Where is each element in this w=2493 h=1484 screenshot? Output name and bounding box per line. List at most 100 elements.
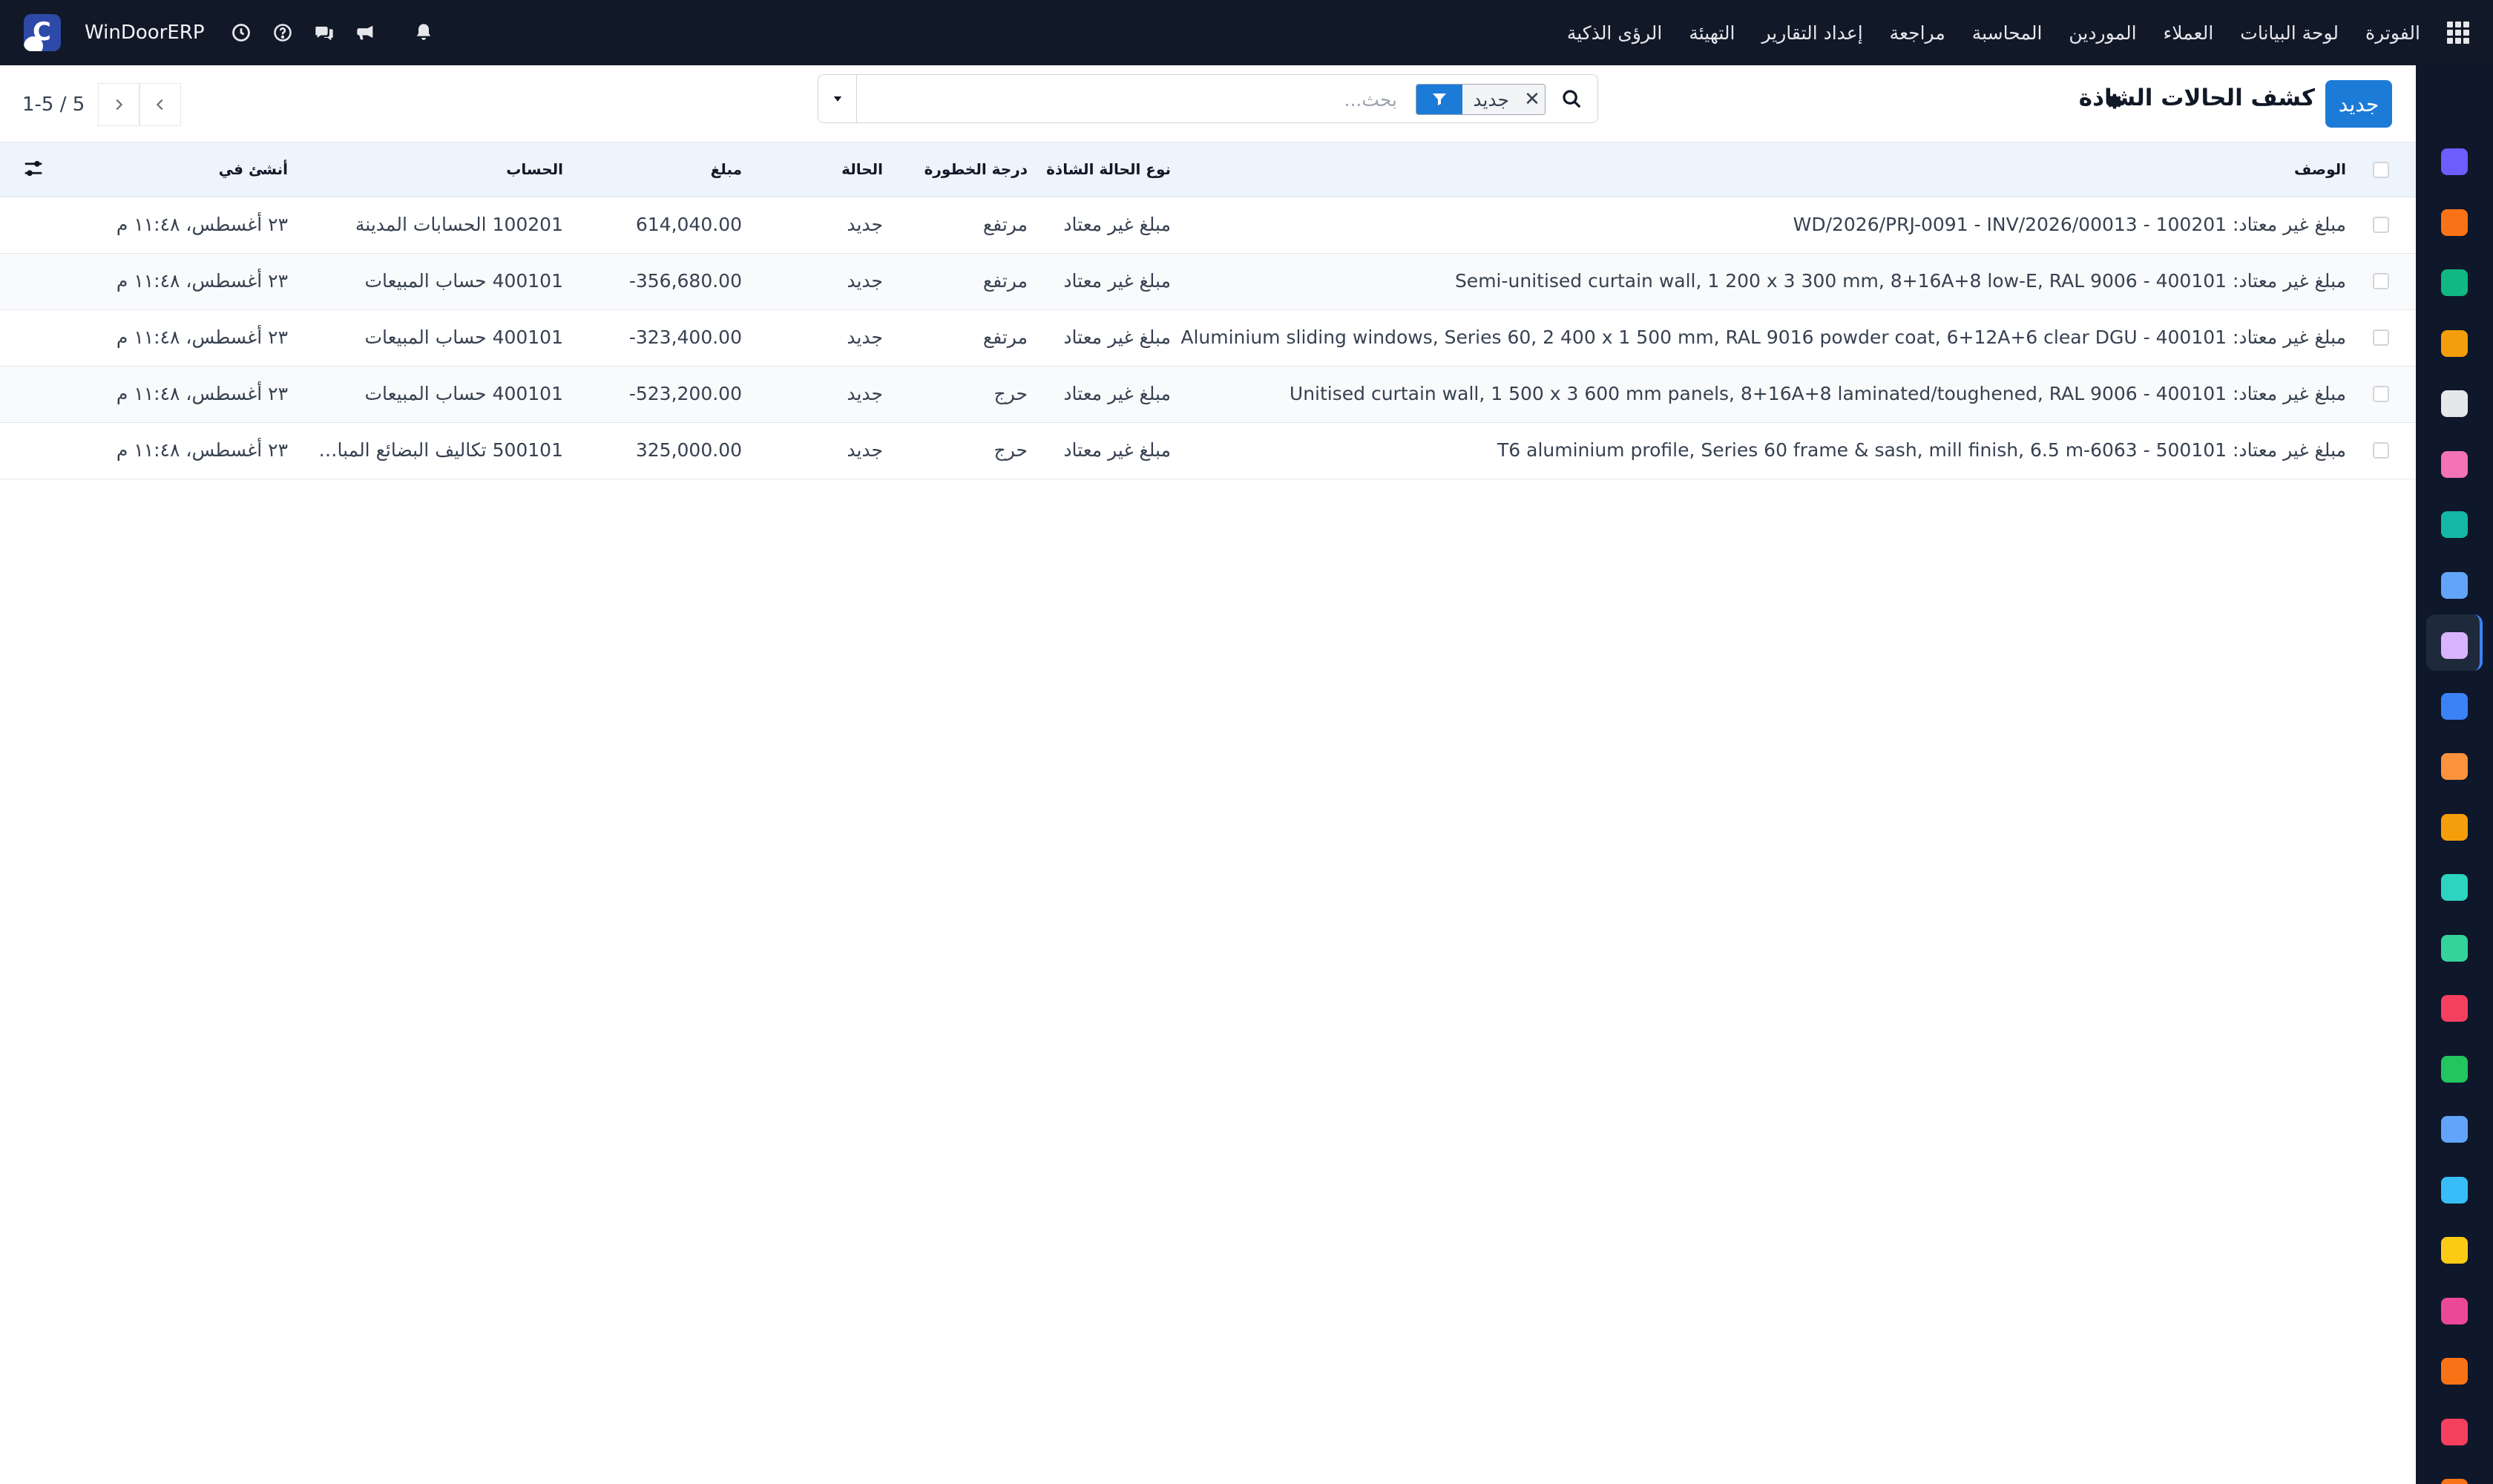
row-checkbox[interactable] [2373,217,2389,233]
pager: 1-5 / 5 [22,83,182,126]
cell-anomaly-type: مبلغ غير معتاد [1063,214,1171,235]
cube-app-icon[interactable] [2435,384,2474,423]
cell-severity: مرتفع [982,214,1028,235]
column-settings-icon[interactable] [22,157,47,183]
gear-hex-app-icon[interactable] [2435,1473,2474,1484]
bar-chart-app-icon[interactable] [2435,324,2474,363]
pager-next-button[interactable] [98,83,140,126]
pen-app-icon-glyph [2441,874,2468,901]
menu-vendors[interactable]: الموردين [2069,22,2136,44]
contact-card-app-icon[interactable] [2435,929,2474,968]
m-app-icon[interactable] [2435,142,2474,181]
row-checkbox[interactable] [2373,329,2389,346]
pie-app-icon[interactable] [2435,1413,2474,1451]
cell-amount: 325,000.00 [635,439,742,461]
header-severity[interactable]: درجة الخطورة [924,160,1028,178]
cell-anomaly-type: مبلغ غير معتاد [1063,270,1171,292]
company-logo[interactable]: C [24,14,61,51]
send-app-icon[interactable] [2435,1231,2474,1270]
invoice-app-icon-glyph [2441,692,2468,720]
pager-value[interactable]: 1-5 / 5 [22,93,85,116]
cell-severity: حرج [993,439,1028,461]
row-checkbox[interactable] [2373,386,2389,402]
cell-state: جديد [847,439,883,461]
cell-amount: -323,400.00 [628,326,742,348]
pager-previous-button[interactable] [139,83,182,126]
check-app-icon-glyph [2441,269,2468,296]
anomaly-list-table: الوصف نوع الحالة الشاذة درجة الخطورة الح… [0,142,2416,479]
chat-bubble-app-icon[interactable] [2435,203,2474,242]
menu-customers[interactable]: العملاء [2164,22,2214,44]
cell-created: ٢٣ أغسطس، ١١:٤٨ م [116,270,288,292]
wave-app-icon[interactable] [2435,1171,2474,1209]
bell-icon[interactable] [413,22,435,44]
new-button[interactable]: جديد [2325,80,2392,128]
dashboard-app-icon[interactable] [2435,989,2474,1028]
menu-invoicing[interactable]: الفوترة [2365,22,2420,44]
stripes-app-icon[interactable] [2435,1292,2474,1330]
book-app-icon-glyph [2441,571,2468,599]
cell-amount: 614,040.00 [635,214,742,235]
clock-icon[interactable] [230,22,252,44]
cell-state: جديد [847,326,883,348]
box-app-icon[interactable] [2435,626,2474,665]
cell-created: ٢٣ أغسطس، ١١:٤٨ م [116,214,288,235]
header-created[interactable]: أنشئ في [219,160,288,178]
search-options-dropdown-icon[interactable] [818,75,857,122]
header-amount[interactable]: مبلغ [711,160,742,178]
table-row[interactable]: مبلغ غير معتاد: 400101 - Unitised curtai… [0,367,2416,423]
menu-accounting[interactable]: المحاسبة [1972,22,2043,44]
header-anomaly-type[interactable]: نوع الحالة الشاذة [1046,160,1171,178]
select-all-checkbox[interactable] [2373,162,2389,178]
bar-chart-app-icon-glyph [2441,329,2468,357]
people-app-icon[interactable] [2435,747,2474,786]
header-state[interactable]: الحالة [841,160,883,178]
cell-account: 100201 الحسابات المدينة [355,214,563,235]
cell-description: مبلغ غير معتاد: 100201 - WD/2026/PRJ-009… [1793,214,2346,235]
invoice-app-icon[interactable] [2435,687,2474,726]
help-icon[interactable] [272,22,294,44]
cell-account: 400101 حساب المبيعات [364,326,563,348]
cell-created: ٢٣ أغسطس، ١١:٤٨ م [116,326,288,348]
search-input[interactable] [915,85,1397,114]
menu-review[interactable]: مراجعة [1890,22,1945,44]
cube-app-icon-glyph [2441,390,2468,417]
chat-bubble-app-icon-glyph [2441,209,2468,236]
row-checkbox[interactable] [2373,273,2389,289]
table-row[interactable]: مبلغ غير معتاد: 400101 - Semi-unitised c… [0,254,2416,310]
megaphone-icon[interactable] [355,22,377,44]
menu-dashboard[interactable]: لوحة البيانات [2240,22,2339,44]
whatsapp-app-icon-glyph [2441,1055,2468,1083]
table-row[interactable]: مبلغ غير معتاد: 500101 - T6 aluminium pr… [0,423,2416,479]
whatsapp-app-icon[interactable] [2435,1050,2474,1089]
header-account[interactable]: الحساب [506,160,563,178]
clock-app-icon[interactable] [2435,1110,2474,1149]
facet-remove-icon[interactable]: ✕ [1520,85,1545,114]
app-grid-icon[interactable] [2447,22,2469,44]
cell-anomaly-type: مبلغ غير معتاد [1063,326,1171,348]
menu-ai-insights[interactable]: الرؤى الذكية [1567,22,1662,44]
row-checkbox[interactable] [2373,442,2389,459]
chat-icon[interactable] [313,22,335,44]
cell-state: جديد [847,214,883,235]
search-icon[interactable] [1546,75,1597,122]
image-app-icon[interactable] [2435,445,2474,484]
company-name[interactable]: WinDoorERP [85,22,205,44]
book-app-icon[interactable] [2435,566,2474,605]
header-description[interactable]: الوصف [2294,160,2346,178]
cell-created: ٢٣ أغسطس، ١١:٤٨ م [116,383,288,404]
checkmark-app-icon[interactable] [2435,505,2474,544]
check-app-icon[interactable] [2435,263,2474,302]
hexagon-app-icon[interactable] [2435,1352,2474,1391]
checkmark-app-icon-glyph [2441,511,2468,538]
gear-icon[interactable] [2104,91,2125,111]
calendar-app-icon[interactable] [2435,808,2474,847]
menu-reporting[interactable]: إعداد التقارير [1761,22,1862,44]
calendar-app-icon-glyph [2441,813,2468,841]
cell-created: ٢٣ أغسطس، ١١:٤٨ م [116,439,288,461]
pen-app-icon[interactable] [2435,868,2474,907]
table-row[interactable]: مبلغ غير معتاد: 400101 - Aluminium slidi… [0,310,2416,367]
cell-description: مبلغ غير معتاد: 400101 - Semi-unitised c… [1454,270,2346,292]
menu-configuration[interactable]: التهيئة [1689,22,1735,44]
table-row[interactable]: مبلغ غير معتاد: 100201 - WD/2026/PRJ-009… [0,197,2416,254]
